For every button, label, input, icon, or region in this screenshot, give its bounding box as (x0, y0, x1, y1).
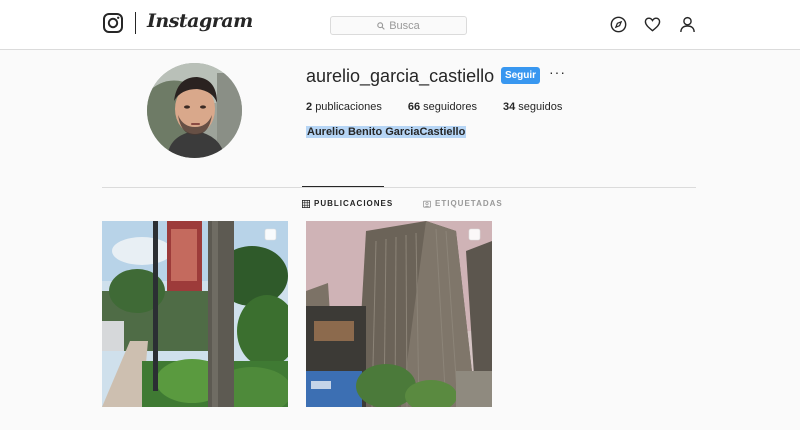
top-navigation-bar: Instagram Busca (0, 0, 800, 50)
user-icon[interactable] (679, 16, 696, 33)
grid-icon (302, 199, 310, 208)
tabs-divider (102, 187, 696, 188)
stat-following-count: 34 (502, 101, 516, 113)
stat-posts[interactable]: 2 publicaciones (306, 101, 382, 113)
profile-full-name: Aurelio Benito GarciaCastiello (306, 126, 467, 138)
logo-divider (135, 12, 136, 34)
tag-icon (423, 200, 431, 208)
stat-posts-count: 2 (306, 101, 313, 113)
post-photo-street-palms (102, 221, 288, 407)
instagram-wordmark[interactable]: Instagram (147, 10, 253, 32)
tab-posts[interactable]: PUBLICACIONES (302, 199, 393, 208)
stat-followers-count: 66 (407, 101, 421, 113)
tab-tagged[interactable]: ETIQUETADAS (423, 199, 503, 208)
profile-stats: 2 publicaciones 66 seguidores 34 seguido… (306, 101, 588, 113)
profile-username: aurelio_garcia_castiello (306, 66, 495, 86)
tab-tagged-label: ETIQUETADAS (435, 199, 503, 208)
active-tab-indicator (302, 186, 384, 187)
instagram-logo-icon[interactable] (103, 13, 123, 33)
heart-icon[interactable] (644, 16, 661, 33)
avatar-photo (147, 63, 242, 158)
stat-posts-label: publicaciones (315, 101, 382, 113)
search-placeholder: Busca (389, 19, 420, 32)
tab-posts-label: PUBLICACIONES (314, 199, 394, 208)
search-icon (377, 21, 385, 30)
search-input[interactable]: Busca (330, 16, 467, 35)
post-thumbnail[interactable] (102, 221, 288, 407)
stat-following-label: seguidos (518, 101, 563, 113)
compass-icon[interactable] (610, 16, 627, 33)
more-options-icon[interactable]: ··· (549, 65, 565, 81)
stat-following[interactable]: 34 seguidos (503, 101, 562, 113)
multiple-photos-icon (468, 228, 481, 241)
stat-followers-label: seguidores (423, 101, 477, 113)
stat-followers[interactable]: 66 seguidores (408, 101, 477, 113)
profile-avatar[interactable] (147, 63, 242, 158)
post-photo-skyscraper (306, 221, 492, 407)
post-thumbnail[interactable] (306, 221, 492, 407)
multiple-photos-icon (264, 228, 277, 241)
follow-button[interactable]: Seguir (501, 67, 540, 84)
